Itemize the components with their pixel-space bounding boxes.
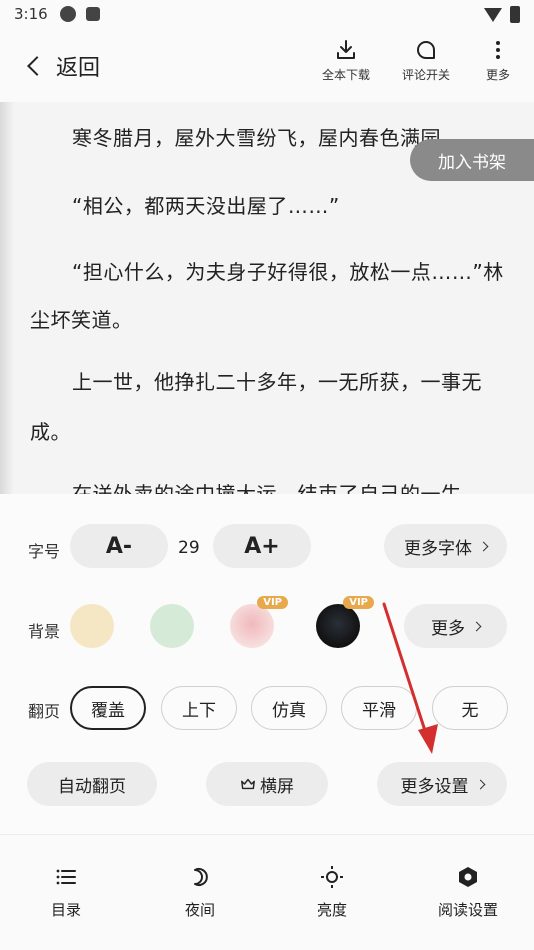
more-settings-button[interactable]: 更多设置	[377, 762, 507, 806]
vip-badge: VIP	[343, 596, 374, 609]
font-decrease-button[interactable]: A-	[70, 524, 168, 568]
chevron-right-icon	[478, 541, 489, 551]
font-increase-button[interactable]: A+	[213, 524, 311, 568]
more-backgrounds-label: 更多	[431, 618, 465, 639]
font-size-label: 字号	[28, 542, 61, 561]
status-notification-icons	[60, 6, 100, 22]
reader-toolbar: 返回 全本下载 评论开关 更多	[0, 30, 534, 102]
vip-badge: VIP	[257, 596, 288, 609]
nav-catalog-label: 目录	[50, 901, 81, 919]
settings-hex-icon	[459, 867, 477, 887]
brightness-icon	[321, 866, 343, 888]
app-notification-icon	[60, 6, 76, 22]
page-turn-label: 翻页	[28, 702, 61, 721]
auto-page-button[interactable]: 自动翻页	[27, 762, 157, 806]
paragraph: 上一世，他挣扎二十多年，一无所获，一事无	[72, 370, 482, 394]
background-swatch-cream[interactable]	[70, 604, 114, 648]
nav-reading-settings-label: 阅读设置	[437, 901, 498, 919]
nav-catalog[interactable]: 目录	[26, 865, 106, 920]
more-fonts-button[interactable]: 更多字体	[384, 524, 507, 568]
background-swatch-dark-vip[interactable]: VIP	[316, 596, 374, 648]
landscape-button[interactable]: 横屏	[206, 762, 328, 806]
nav-brightness[interactable]: 亮度	[292, 865, 372, 920]
more-button[interactable]: 更多	[486, 38, 510, 83]
comment-toggle-icon	[417, 41, 435, 59]
paragraph: 尘坏笑道。	[30, 308, 133, 332]
more-vertical-icon	[496, 41, 500, 59]
comment-toggle-label: 评论开关	[402, 68, 451, 82]
paragraph: “相公，都两天没出屋了……”	[72, 194, 340, 218]
status-bar: 3:16	[0, 0, 534, 30]
paragraph: 在送外卖的途中撞大运，结束了自己的一生。	[72, 482, 482, 494]
more-label: 更多	[486, 68, 511, 82]
nav-night-mode[interactable]: 夜间	[160, 865, 240, 920]
more-backgrounds-button[interactable]: 更多	[404, 604, 507, 648]
page-turn-option-simulation[interactable]: 仿真	[251, 686, 327, 730]
battery-icon	[510, 6, 520, 23]
list-icon	[56, 869, 76, 885]
download-all-button[interactable]: 全本下载	[322, 38, 370, 83]
wifi-icon	[484, 7, 502, 22]
nav-brightness-label: 亮度	[316, 901, 347, 919]
download-icon	[337, 40, 355, 59]
background-swatch-pink-vip[interactable]: VIP	[230, 596, 288, 648]
back-label: 返回	[56, 56, 101, 81]
page-turn-option-smooth[interactable]: 平滑	[341, 686, 417, 730]
add-to-shelf-button[interactable]: 加入书架	[410, 139, 534, 181]
page-turn-option-cover[interactable]: 覆盖	[70, 686, 146, 730]
background-label: 背景	[28, 622, 61, 641]
landscape-label: 横屏	[260, 776, 294, 797]
moon-icon	[194, 868, 208, 886]
more-fonts-label: 更多字体	[404, 538, 472, 559]
chevron-right-icon	[475, 779, 485, 789]
download-all-label: 全本下载	[322, 68, 371, 82]
bottom-nav: 目录 夜间 亮度 阅读设置	[0, 834, 534, 950]
page-turn-option-scroll[interactable]: 上下	[161, 686, 237, 730]
page-turn-option-none[interactable]: 无	[432, 686, 508, 730]
background-swatch-green[interactable]	[150, 604, 194, 648]
page-edge-shadow	[0, 102, 14, 494]
nav-reading-settings[interactable]: 阅读设置	[428, 865, 508, 920]
nav-night-mode-label: 夜间	[184, 901, 215, 919]
back-button[interactable]: 返回	[26, 50, 100, 82]
chevron-left-icon	[27, 56, 47, 76]
paragraph: 成。	[30, 420, 71, 444]
status-time: 3:16	[14, 5, 48, 23]
comment-toggle-button[interactable]: 评论开关	[402, 38, 450, 83]
status-system-icons	[484, 6, 520, 23]
font-size-value: 29	[178, 538, 200, 558]
chevron-right-icon	[471, 621, 482, 631]
more-settings-label: 更多设置	[400, 776, 469, 797]
font-notification-icon	[86, 7, 100, 21]
crown-icon	[241, 778, 255, 790]
reading-area[interactable]: 寒冬腊月，屋外大雪纷飞，屋内春色满园。 “相公，都两天没出屋了……” “担心什么…	[0, 102, 534, 494]
reading-settings-panel: 字号 A- 29 A+ 更多字体 背景 VIP VIP 更多 翻页 覆盖 上下 …	[0, 494, 534, 834]
